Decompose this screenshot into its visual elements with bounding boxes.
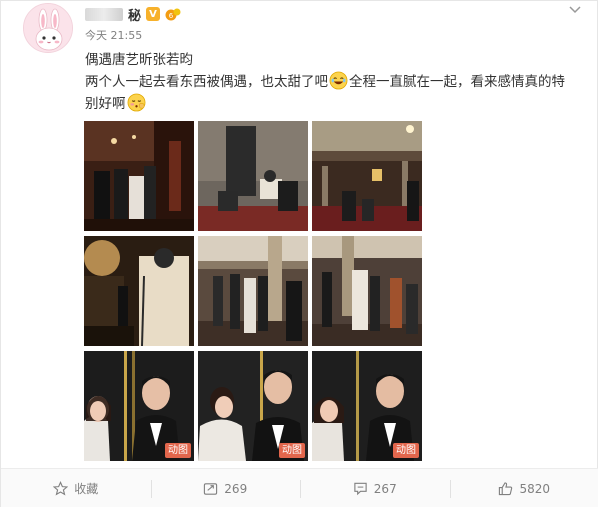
- gif-badge: 动图: [165, 443, 191, 458]
- post-text-part-c: 别好啊: [85, 96, 126, 112]
- comment-count: 267: [373, 481, 397, 496]
- photo-2[interactable]: [198, 121, 308, 231]
- repost-count: 269: [224, 481, 248, 496]
- author-name[interactable]: 秘: [128, 5, 141, 24]
- gif-badge: 动图: [279, 443, 305, 458]
- post-text-part-a: 两个人一起去看东西被偶遇，也太甜了吧: [85, 74, 328, 90]
- star-icon: [53, 481, 69, 496]
- avatar[interactable]: [23, 3, 73, 53]
- verified-v-icon: V: [146, 7, 161, 21]
- shy-emoji-icon: [127, 93, 145, 112]
- svg-text:6: 6: [169, 12, 174, 20]
- photo-4[interactable]: [84, 236, 194, 346]
- photo-6[interactable]: [312, 236, 422, 346]
- repost-icon: [204, 483, 218, 495]
- repost-button[interactable]: 269: [150, 469, 301, 507]
- photo-3[interactable]: [312, 121, 422, 231]
- action-bar: 收藏 269 267 5820: [1, 468, 598, 507]
- photo-8[interactable]: 动图: [198, 351, 308, 461]
- post-text-part-b: 全程一直腻在一起，看来感情真的特: [349, 74, 565, 90]
- level-icon: 6: [165, 7, 181, 21]
- comment-icon: [354, 482, 367, 496]
- chevron-down-icon[interactable]: [567, 1, 583, 14]
- post-text-line-3: 别好啊: [85, 93, 585, 115]
- comment-button[interactable]: 267: [300, 469, 450, 507]
- favorite-label: 收藏: [74, 482, 99, 496]
- photo-9[interactable]: 动图: [312, 351, 422, 461]
- author-name-blur: [85, 7, 123, 21]
- weibo-post-card: 秘 V 6 今天 21:55 偶遇唐艺昕张若昀 两个人一起去看东西被偶遇，也太甜…: [0, 0, 598, 507]
- post-time[interactable]: 今天 21:55: [85, 27, 142, 43]
- post-text-line-2: 两个人一起去看东西被偶遇，也太甜了吧 全程一直腻在一起，看来感情真的特: [85, 71, 585, 93]
- laugh-emoji-icon: [329, 71, 348, 90]
- post-text: 偶遇唐艺昕张若昀 两个人一起去看东西被偶遇，也太甜了吧 全程一直腻在一起，看来感情…: [85, 49, 585, 115]
- rabbit-avatar-icon: [24, 4, 72, 52]
- post-text-line-1: 偶遇唐艺昕张若昀: [85, 52, 193, 68]
- favorite-button[interactable]: 收藏: [1, 469, 151, 507]
- photo-7[interactable]: 动图: [84, 351, 194, 461]
- like-button[interactable]: 5820: [449, 469, 598, 507]
- like-icon: [499, 482, 513, 496]
- photo-5[interactable]: [198, 236, 308, 346]
- like-count: 5820: [519, 481, 551, 496]
- gif-badge: 动图: [393, 443, 419, 458]
- photo-grid: 动图 动图 动图: [84, 121, 422, 461]
- author-row: 秘 V 6: [85, 5, 181, 24]
- photo-1[interactable]: [84, 121, 194, 231]
